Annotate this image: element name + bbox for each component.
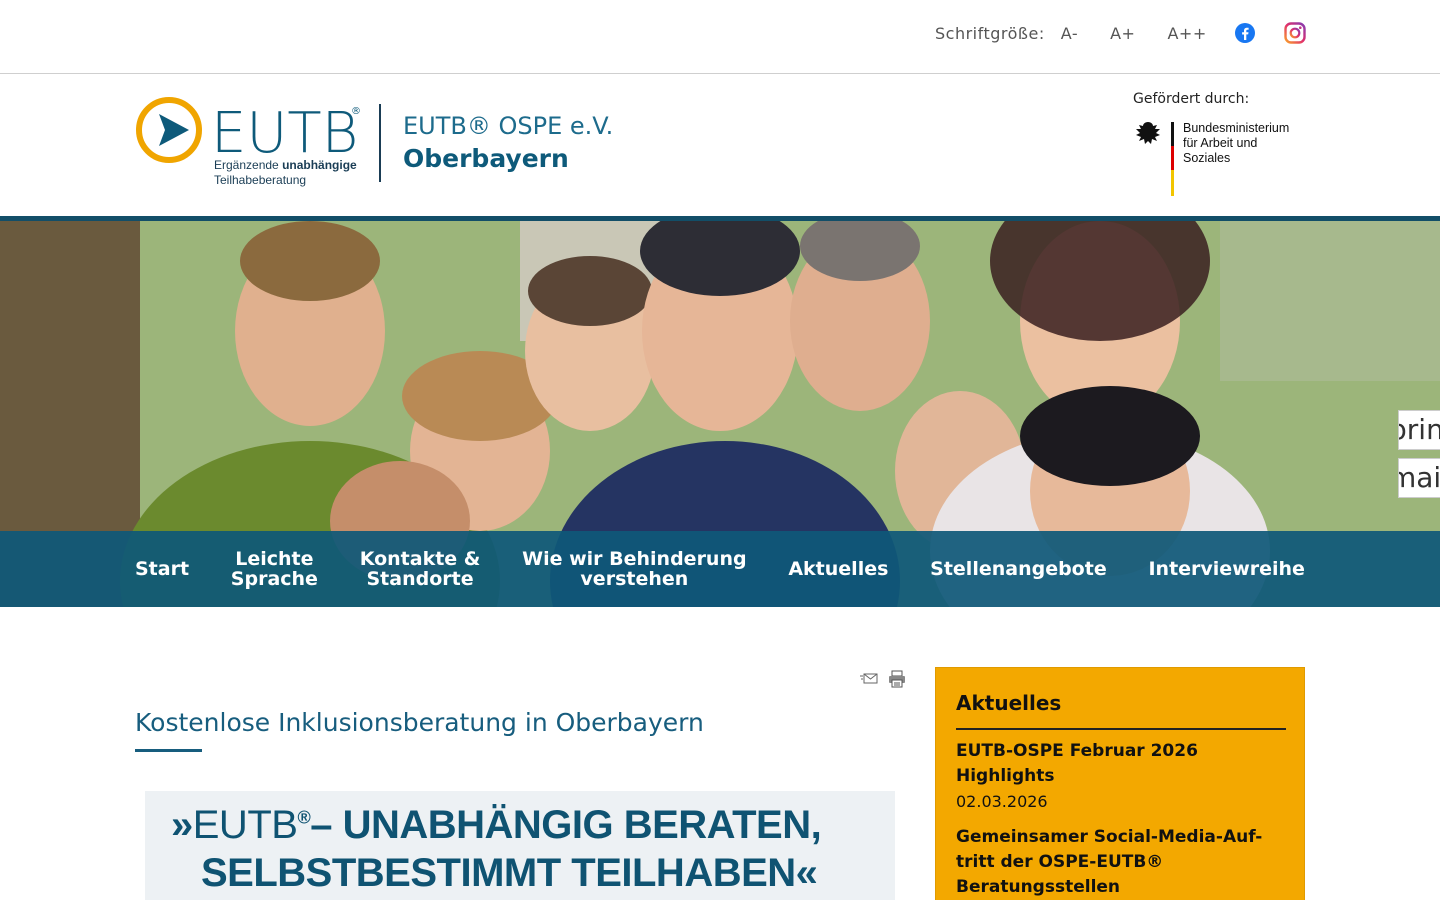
sidebar-rule <box>956 728 1286 730</box>
sidebar-title: Aktuelles <box>956 691 1062 715</box>
nav-item-stellenangebote[interactable]: Stellenangebote <box>930 559 1107 579</box>
main-nav: Start Leichte Sprache Kontakte & Standorte… <box>0 531 1440 607</box>
nav-item-behinderung[interactable]: Wie wir Behinderung verstehen <box>522 549 746 589</box>
nav-item-kontakte[interactable]: Kontakte & Standorte <box>360 549 481 589</box>
logo-registered: ® <box>351 106 361 117</box>
banner-line1: »EUTB®– UNABHÄNGIG BERATEN, <box>171 803 822 848</box>
ministry-logo[interactable]: Bundesministerium für Arbeit und Soziale… <box>1133 118 1308 200</box>
header-divider <box>379 104 381 182</box>
eutb-logo[interactable]: EUTB ® Ergänzende unabhängige Teilhabebe… <box>135 96 365 192</box>
side-tab-mail[interactable]: mai <box>1398 458 1440 498</box>
nav-item-leichte-sprache[interactable]: Leichte Sprache <box>231 549 318 589</box>
utility-bar: Schriftgröße: A- A+ A++ <box>0 0 1440 74</box>
nav-item-aktuelles[interactable]: Aktuelles <box>788 559 888 579</box>
banner-reg: ® <box>297 807 311 828</box>
brand-name: EUTB® OSPE e.V. <box>403 112 614 140</box>
print-icon[interactable] <box>888 670 906 692</box>
font-size-controls: Schriftgröße: A- A+ A++ <box>935 24 1239 43</box>
brand-region: Oberbayern <box>403 144 569 173</box>
news-sidebar: Aktuelles EUTB-OSPE Februar 2026 Highlig… <box>935 667 1305 900</box>
logo-subtitle-bold: unabhängige <box>282 158 357 172</box>
title-underline <box>135 749 202 752</box>
nav-item-start[interactable]: Start <box>135 559 189 579</box>
logo-subtitle-normal: Ergänzende <box>214 158 283 172</box>
banner-line2: SELBSTBESTIMMT TEILHABEN« <box>201 851 818 895</box>
side-tab-print[interactable]: prin <box>1398 410 1440 450</box>
nav-item-interviewreihe[interactable]: Interviewreihe <box>1148 559 1304 579</box>
logo-subtitle-line2: Teilhabeberatung <box>214 173 307 187</box>
news-item[interactable]: Gemeinsamer Social-Media-Auf-tritt der O… <box>956 825 1286 900</box>
logo-subtitle: Ergänzende unabhängige Teilhabeberatung <box>214 158 357 188</box>
ministry-name: Bundesministerium für Arbeit und Soziale… <box>1183 121 1308 166</box>
logo-wordmark: EUTB <box>211 101 358 166</box>
font-size-max-button[interactable]: A++ <box>1167 24 1206 43</box>
ministry-line1: Bundesministerium <box>1183 121 1290 135</box>
email-icon[interactable] <box>860 670 878 689</box>
font-size-label: Schriftgröße: <box>935 24 1045 43</box>
font-size-increase-button[interactable]: A+ <box>1110 24 1135 43</box>
banner-quote-open: » <box>171 803 193 847</box>
banner-line1-rest: – UNABHÄNGIG BERATEN, <box>310 803 822 847</box>
instagram-icon[interactable] <box>1284 22 1306 48</box>
news-title[interactable]: Gemeinsamer Social-Media-Auf-tritt der O… <box>956 825 1286 900</box>
font-size-decrease-button[interactable]: A- <box>1061 24 1078 43</box>
banner-eutb: EUTB <box>192 803 298 847</box>
news-title[interactable]: EUTB-OSPE Februar 2026 Highlights <box>956 739 1286 789</box>
slogan-banner: »EUTB®– UNABHÄNGIG BERATEN, SELBSTBESTIM… <box>145 791 895 900</box>
funded-by-label: Gefördert durch: <box>1133 91 1250 107</box>
facebook-icon[interactable] <box>1234 22 1256 48</box>
site-header: EUTB ® Ergänzende unabhängige Teilhabebe… <box>0 74 1440 216</box>
federal-eagle-icon <box>1136 122 1174 196</box>
side-tab-mail-label: mai <box>1399 461 1440 494</box>
ministry-line2: für Arbeit und Soziales <box>1183 136 1258 165</box>
news-item[interactable]: EUTB-OSPE Februar 2026 Highlights 02.03.… <box>956 739 1286 815</box>
side-tab-print-label: prin <box>1399 413 1440 446</box>
news-date: 02.03.2026 <box>956 792 1048 811</box>
page-title: Kostenlose Inklusionsberatung in Oberbay… <box>135 708 704 737</box>
